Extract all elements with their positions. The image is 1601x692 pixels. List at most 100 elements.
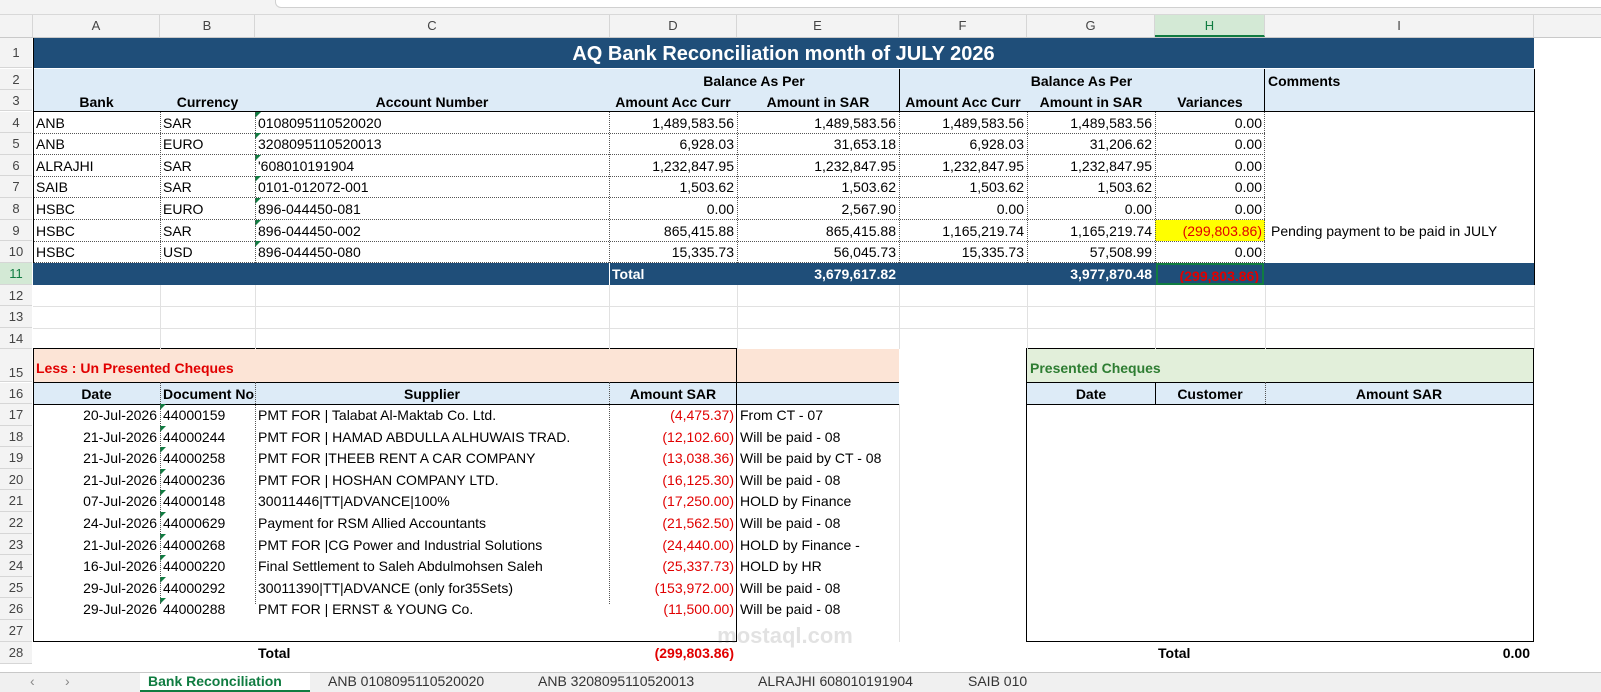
bank-account-number[interactable]: 0108095110520020 [255,112,609,134]
column-header-i[interactable]: I [1265,15,1534,37]
row-header-26[interactable]: 26 [0,598,32,620]
amount-in-sar-1[interactable]: 31,653.18 [737,133,899,155]
bank-account-number[interactable]: 3208095110520013 [255,133,609,155]
amount-in-sar-2[interactable]: 1,232,847.95 [1027,155,1155,177]
row-header-14[interactable]: 14 [0,328,32,349]
cheque-document-no[interactable]: 44000288 [160,598,255,620]
bank-name[interactable]: ANB [33,112,160,134]
bank-currency[interactable]: SAR [160,220,255,242]
amount-in-sar-2[interactable]: 1,503.62 [1027,176,1155,198]
bank-name[interactable]: HSBC [33,198,160,220]
row-header-13[interactable]: 13 [0,306,32,328]
bank-currency[interactable]: EURO [160,198,255,220]
cheque-date[interactable]: 24-Jul-2026 [33,512,160,534]
cheque-date[interactable]: 07-Jul-2026 [33,490,160,512]
cheque-document-no[interactable]: 44000244 [160,426,255,448]
row-header-25[interactable]: 25 [0,577,32,598]
cheque-document-no[interactable]: 44000292 [160,577,255,599]
variance-value[interactable]: 0.00 [1155,241,1265,263]
sheet-tab[interactable]: ANB 3208095110520013 [530,673,740,692]
amount-in-sar-1[interactable]: 865,415.88 [737,220,899,242]
cheque-note[interactable]: Will be paid - 08 [737,426,899,448]
column-header-a[interactable]: A [33,15,160,37]
select-all-corner[interactable] [0,15,33,37]
amount-in-sar-1[interactable]: 2,567.90 [737,198,899,220]
amount-in-sar-1[interactable]: 1,489,583.56 [737,112,899,134]
row-header-24[interactable]: 24 [0,555,32,577]
amount-in-sar-2[interactable]: 1,165,219.74 [1027,220,1155,242]
amount-acc-curr-1[interactable]: 0.00 [609,198,737,220]
bank-currency[interactable]: USD [160,241,255,263]
amount-in-sar-1[interactable]: 1,232,847.95 [737,155,899,177]
cheque-supplier[interactable]: PMT FOR |THEEB RENT A CAR COMPANY [255,447,609,469]
cheque-document-no[interactable]: 44000268 [160,534,255,556]
amount-acc-curr-1[interactable]: 1,503.62 [609,176,737,198]
cheque-date[interactable]: 29-Jul-2026 [33,598,160,620]
row-header-12[interactable]: 12 [0,285,32,306]
bank-currency[interactable]: SAR [160,112,255,134]
amount-in-sar-2[interactable]: 57,508.99 [1027,241,1155,263]
sheet-tab[interactable]: ALRAJHI 608010191904 [750,673,950,692]
cheque-note[interactable]: Will be paid by CT - 08 [737,447,899,469]
cheque-supplier[interactable]: PMT FOR | Talabat Al-Maktab Co. Ltd. [255,404,609,426]
cheque-amount[interactable]: (13,038.36) [609,447,737,469]
cheque-document-no[interactable]: 44000629 [160,512,255,534]
row-header-2[interactable]: 2 [0,69,32,90]
cheque-amount[interactable]: (21,562.50) [609,512,737,534]
scroll-left-icon[interactable]: ‹ [30,673,50,692]
amount-acc-curr-2[interactable]: 1,489,583.56 [899,112,1027,134]
bank-account-number[interactable]: '608010191904 [255,155,609,177]
bank-currency[interactable]: SAR [160,155,255,177]
cheque-supplier[interactable]: PMT FOR |CG Power and Industrial Solutio… [255,534,609,556]
cheque-document-no[interactable]: 44000258 [160,447,255,469]
amount-acc-curr-2[interactable]: 6,928.03 [899,133,1027,155]
formula-input[interactable] [275,0,1601,8]
column-header-c[interactable]: C [255,15,610,37]
amount-acc-curr-1[interactable]: 15,335.73 [609,241,737,263]
amount-acc-curr-2[interactable]: 15,335.73 [899,241,1027,263]
bank-currency[interactable]: EURO [160,133,255,155]
column-header-f[interactable]: F [899,15,1027,37]
row-header-18[interactable]: 18 [0,426,32,447]
amount-acc-curr-1[interactable]: 1,232,847.95 [609,155,737,177]
scroll-right-icon[interactable]: › [65,673,85,692]
sheet-tab[interactable]: Bank Reconciliation [140,673,310,692]
row-header-6[interactable]: 6 [0,155,32,176]
cheque-document-no[interactable]: 44000148 [160,490,255,512]
worksheet-grid[interactable]: AQ Bank Reconciliation month of JULY 202… [33,38,1601,678]
row-header-19[interactable]: 19 [0,447,32,469]
cheque-note[interactable]: HOLD by HR [737,555,899,577]
row-header-10[interactable]: 10 [0,241,32,263]
cheque-supplier[interactable]: Final Settlement to Saleh Abdulmohsen Sa… [255,555,609,577]
amount-acc-curr-1[interactable]: 865,415.88 [609,220,737,242]
variance-value[interactable]: (299,803.86) [1155,220,1265,242]
cheque-note[interactable]: Will be paid - 08 [737,512,899,534]
row-header-16[interactable]: 16 [0,383,32,404]
cheque-supplier[interactable]: PMT FOR | ERNST & YOUNG Co. [255,598,609,620]
bank-name[interactable]: HSBC [33,241,160,263]
row-header-21[interactable]: 21 [0,490,32,512]
variance-value[interactable]: 0.00 [1155,133,1265,155]
bank-account-number[interactable]: 896-044450-080 [255,241,609,263]
amount-acc-curr-2[interactable]: 1,232,847.95 [899,155,1027,177]
bank-currency[interactable]: SAR [160,176,255,198]
column-header-e[interactable]: E [737,15,899,37]
cheque-supplier[interactable]: Payment for RSM Allied Accountants [255,512,609,534]
amount-in-sar-1[interactable]: 1,503.62 [737,176,899,198]
row-header-11[interactable]: 11 [0,263,32,285]
comment-text[interactable]: Pending payment to be paid in JULY [1268,220,1534,242]
row-header-8[interactable]: 8 [0,198,32,220]
bank-account-number[interactable]: 896-044450-081 [255,198,609,220]
bank-name[interactable]: HSBC [33,220,160,242]
cheque-amount[interactable]: (12,102.60) [609,426,737,448]
amount-in-sar-2[interactable]: 0.00 [1027,198,1155,220]
row-header-15[interactable]: 15 [0,349,32,382]
amount-acc-curr-1[interactable]: 1,489,583.56 [609,112,737,134]
row-header-1[interactable]: 1 [0,38,32,68]
column-header-g[interactable]: G [1027,15,1155,37]
cheque-date[interactable]: 21-Jul-2026 [33,426,160,448]
cheque-supplier[interactable]: PMT FOR | HAMAD ABDULLA ALHUWAIS TRAD. [255,426,609,448]
row-header-5[interactable]: 5 [0,133,32,155]
total-variance-selected-cell[interactable]: (299,803.86) [1156,263,1264,285]
bank-name[interactable]: ALRAJHI [33,155,160,177]
